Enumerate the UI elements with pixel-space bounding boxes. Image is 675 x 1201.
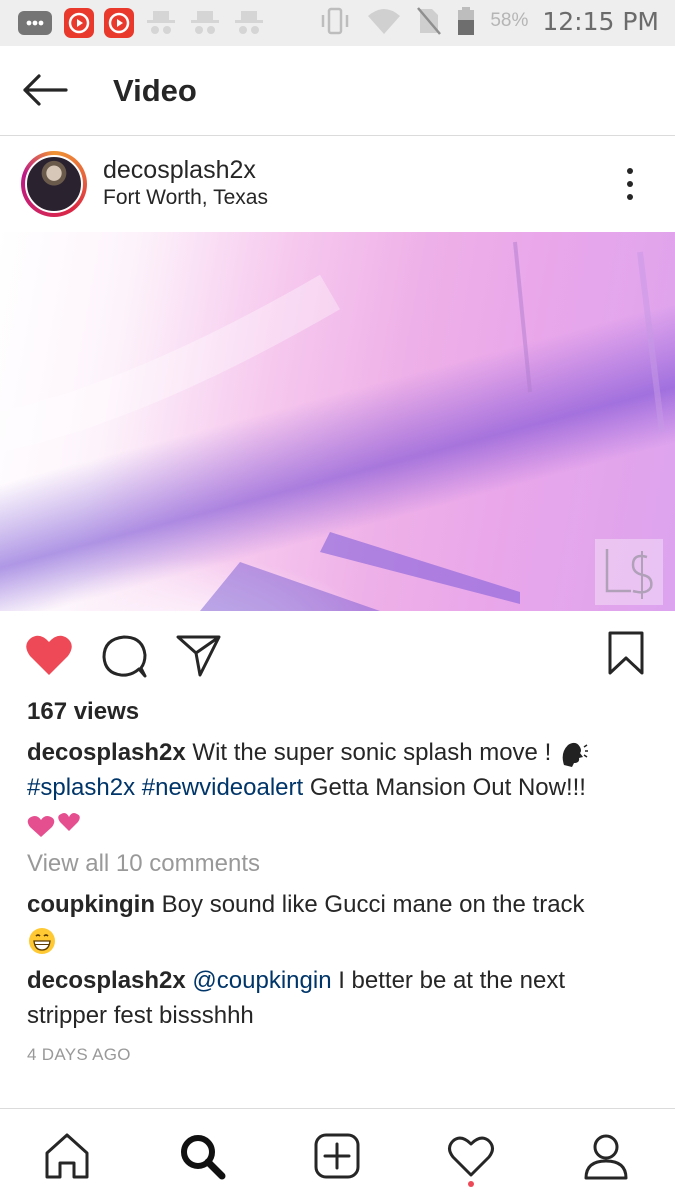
grinning-emoji-icon [29,927,55,954]
more-options-icon[interactable] [620,166,640,202]
search-icon[interactable] [177,1131,227,1181]
comment-username[interactable]: decosplash2x [27,967,186,994]
view-count[interactable]: 167 views [27,698,139,726]
share-direct-icon[interactable] [176,633,222,677]
video-app-icon [104,8,134,38]
post-timestamp: 4 DAYS AGO [27,1045,131,1064]
video-app-icon [64,8,94,38]
status-bar: 58% 12:15 PM [0,0,675,46]
comment-text: Boy sound like Gucci mane on the track [155,891,585,918]
hashtag-newvideoalert[interactable]: #newvideoalert [142,774,303,801]
hashtag-splash2x[interactable]: #splash2x [27,774,135,801]
comment-mention[interactable]: @coupkingin [192,967,331,994]
speaking-head-emoji-icon [562,742,588,767]
watermark-logo [595,539,663,605]
caption-text: Wit the super sonic splash move ! [185,739,558,766]
bottom-nav [0,1108,675,1201]
avatar[interactable] [25,155,83,213]
incognito-icon [235,11,263,34]
action-bar [0,625,675,685]
battery-icon [458,7,475,35]
incognito-icon [191,11,219,34]
clock: 12:15 PM [542,6,659,36]
new-post-icon[interactable] [312,1131,362,1181]
comment-item: coupkingin Boy sound like Gucci mane on … [27,887,647,957]
caption-username[interactable]: decosplash2x [27,739,186,766]
top-bar: Video [0,46,675,136]
comment-item: decosplash2x @coupkingin I better be at … [27,963,647,1033]
two-hearts-emoji-icon [27,812,80,837]
comment-icon[interactable] [101,633,149,679]
like-heart-icon[interactable] [25,633,73,677]
activity-heart-icon[interactable] [446,1131,496,1181]
profile-icon[interactable] [581,1131,631,1181]
back-arrow-icon[interactable] [20,72,70,108]
activity-notification-dot [468,1181,474,1187]
view-all-comments-link[interactable]: View all 10 comments [27,850,260,878]
post-username[interactable]: decosplash2x [103,156,256,185]
vibrate-icon [322,7,349,35]
page-title: Video [113,73,197,108]
post-caption: decosplash2x Wit the super sonic splash … [27,735,647,840]
avatar-story-ring[interactable] [21,151,87,217]
no-sim-icon [417,7,442,35]
battery-percent: 58% [490,10,529,31]
video-frame [0,241,665,611]
chat-bubble-icon [18,11,52,35]
post-header: decosplash2x Fort Worth, Texas [0,136,675,232]
home-icon[interactable] [42,1131,92,1181]
wifi-icon [368,9,401,34]
save-bookmark-icon[interactable] [607,630,645,676]
post-location[interactable]: Fort Worth, Texas [103,186,268,210]
comment-username[interactable]: coupkingin [27,891,155,918]
incognito-icon [147,11,175,34]
video-player[interactable] [0,232,675,611]
caption-text-2: Getta Mansion Out Now!!! [303,774,586,801]
